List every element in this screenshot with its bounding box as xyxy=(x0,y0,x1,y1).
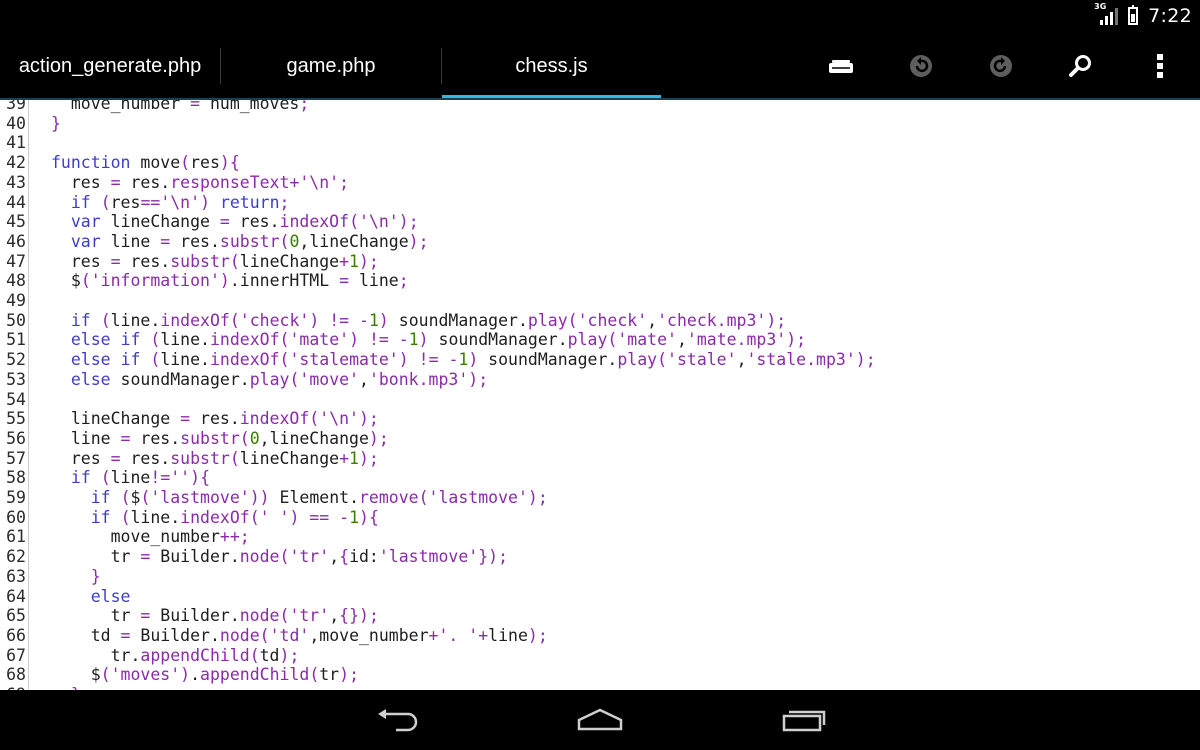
line-number: 39 xyxy=(6,100,26,113)
line-number: 41 xyxy=(6,133,26,153)
line-number: 42 xyxy=(6,153,26,173)
code-text: } xyxy=(90,566,101,586)
line-number: 59 xyxy=(6,488,26,507)
tab-chess-js[interactable]: chess.js xyxy=(442,32,661,100)
search-button[interactable] xyxy=(1050,32,1110,100)
navigation-bar xyxy=(0,690,1200,750)
overflow-menu-button[interactable] xyxy=(1130,32,1190,100)
line-number: 67 xyxy=(6,645,26,665)
code-text: else if (line.indexOf('mate') != -1) sou… xyxy=(70,330,807,350)
code-text: if (line!=''){ xyxy=(70,468,210,488)
code-text: line = res.substr(0,lineChange); xyxy=(51,428,389,448)
redo-icon xyxy=(990,55,1012,77)
search-icon xyxy=(1069,55,1091,77)
code-text: if (res=='\n') return; xyxy=(70,192,290,212)
code-text: tr = Builder.node('tr',{id:'lastmove'}); xyxy=(51,547,509,567)
line-number: 58 xyxy=(6,468,26,488)
code-text: tr.appendChild(td); xyxy=(51,645,300,665)
code-text: res = res.substr(lineChange+1); xyxy=(51,448,379,468)
code-text: if (line.indexOf('check') != -1) soundMa… xyxy=(70,310,787,330)
line-number: 62 xyxy=(6,547,26,567)
status-bar: 3G 7:22 xyxy=(0,0,1200,32)
tab-action-generate-php[interactable]: action_generate.php xyxy=(0,32,220,100)
line-number: 63 xyxy=(6,566,26,586)
undo-icon xyxy=(910,55,932,77)
code-text: td = Builder.node('td',move_number+'. '+… xyxy=(51,625,548,645)
back-button[interactable] xyxy=(358,690,438,750)
line-number: 47 xyxy=(6,251,26,271)
code-text: $('information').innerHTML = line; xyxy=(51,271,409,291)
code-text: var lineChange = res.indexOf('\n'); xyxy=(70,212,419,232)
code-text: move_number = num_moves; xyxy=(51,100,310,113)
tab-label: action_generate.php xyxy=(18,54,202,77)
status-icons: 3G 7:22 xyxy=(1094,0,1192,32)
redo-button[interactable] xyxy=(971,32,1031,100)
line-number: 60 xyxy=(6,507,26,527)
gutter-divider xyxy=(28,100,29,690)
recent-apps-icon xyxy=(782,710,826,732)
code-text: else if (line.indexOf('stalemate') != -1… xyxy=(70,350,876,370)
code-text: tr = Builder.node('tr',{}); xyxy=(51,606,379,626)
line-number: 51 xyxy=(6,330,26,350)
battery-icon xyxy=(1128,5,1139,25)
line-number: 40 xyxy=(6,113,26,133)
tab-game-php[interactable]: game.php xyxy=(221,32,441,100)
overflow-menu-icon xyxy=(1157,54,1163,78)
line-number: 52 xyxy=(6,350,26,370)
keyboard-icon xyxy=(829,60,853,73)
clock: 7:22 xyxy=(1148,5,1192,27)
code-text: res = res.responseText+'\n'; xyxy=(51,172,350,192)
recent-apps-button[interactable] xyxy=(764,690,844,750)
code-text: lineChange = res.indexOf('\n'); xyxy=(51,409,379,429)
home-icon xyxy=(577,708,623,731)
tab-label: game.php xyxy=(286,54,376,77)
signal-icon: 3G xyxy=(1094,2,1119,25)
keyboard-button[interactable] xyxy=(811,32,871,100)
line-number: 54 xyxy=(6,389,26,409)
back-icon xyxy=(378,709,418,732)
code-text: function move(res){ xyxy=(51,153,240,173)
line-number: 66 xyxy=(6,625,26,645)
tab-label: chess.js xyxy=(515,54,588,77)
line-number: 55 xyxy=(6,409,26,429)
line-number: 45 xyxy=(6,212,26,232)
line-number: 49 xyxy=(6,291,26,310)
home-button[interactable] xyxy=(560,690,640,750)
code-text: move_number++; xyxy=(51,527,250,547)
code-text: } xyxy=(51,113,61,133)
line-number: 61 xyxy=(6,527,26,547)
line-number: 68 xyxy=(6,665,26,685)
line-number: 43 xyxy=(6,172,26,192)
undo-button[interactable] xyxy=(891,32,951,100)
code-text: if (line.indexOf(' ') == -1){ xyxy=(90,507,379,527)
code-text: res = res.substr(lineChange+1); xyxy=(51,251,379,271)
line-number: 46 xyxy=(6,231,26,251)
code-text: else soundManager.play('move','bonk.mp3'… xyxy=(70,369,489,389)
code-text: $('moves').appendChild(tr); xyxy=(51,665,359,685)
line-number: 64 xyxy=(6,586,26,606)
action-bar: action_generate.php game.php chess.js xyxy=(0,32,1200,100)
line-number: 48 xyxy=(6,271,26,291)
line-number: 50 xyxy=(6,310,26,330)
code-text: var line = res.substr(0,lineChange); xyxy=(70,231,429,251)
code-text: else xyxy=(90,586,131,606)
network-type: 3G xyxy=(1094,2,1107,11)
line-number: 65 xyxy=(6,606,26,626)
line-number: 56 xyxy=(6,428,26,448)
line-number: 53 xyxy=(6,369,26,389)
code-editor[interactable]: 39 move_number = num_moves; 40} 41 42 functi… xyxy=(0,100,1200,690)
line-number: 44 xyxy=(6,192,26,212)
code-text: if ($('lastmove')) Element.remove('lastm… xyxy=(90,488,548,507)
line-number: 57 xyxy=(6,448,26,468)
